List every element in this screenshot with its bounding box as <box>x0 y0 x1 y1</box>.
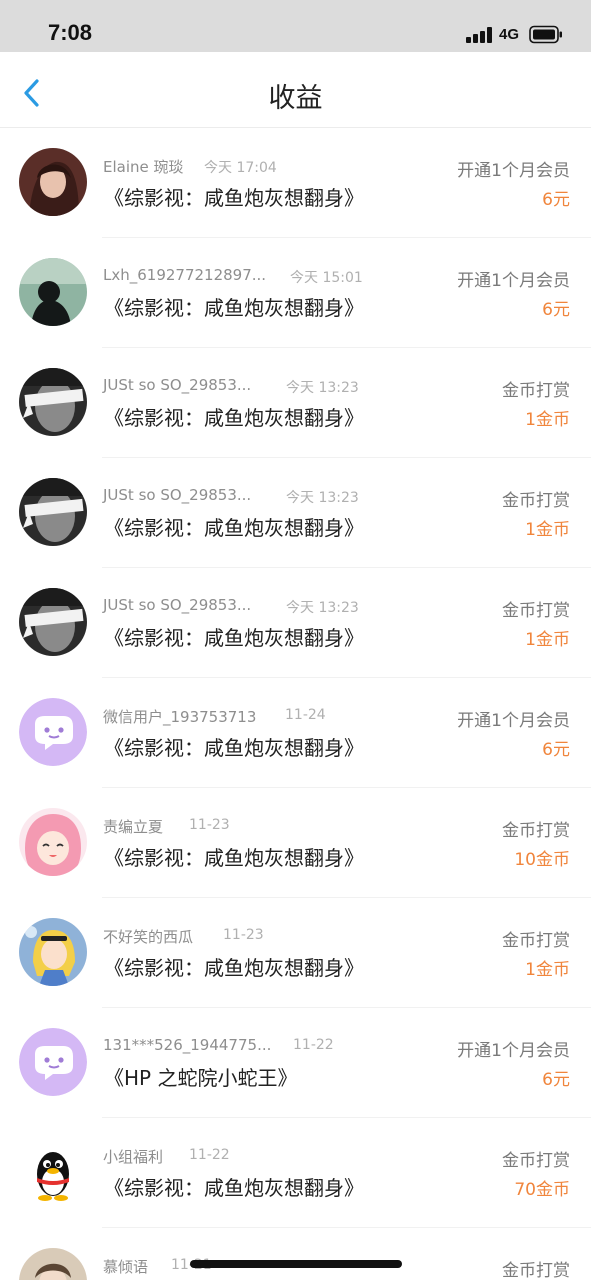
user-name: JUSt so SO_29853... <box>103 596 252 614</box>
earning-type: 开通1个月会员 <box>457 161 570 181</box>
record-time: 11-22 <box>293 1037 334 1053</box>
list-item[interactable]: 不好笑的西瓜 11-23 《综影视：咸鱼炮灰想翻身》 金币打赏 1金币 <box>0 898 591 1008</box>
book-title: 《综影视：咸鱼炮灰想翻身》 <box>104 516 364 540</box>
signal-icon <box>466 27 492 43</box>
user-name: 131***526_1944775... <box>103 1036 272 1054</box>
earnings-list: Elaine 琬琰 今天 17:04 《综影视：咸鱼炮灰想翻身》 开通1个月会员 6元 L… <box>0 128 591 1280</box>
list-item[interactable]: 小组福利 11-22 《综影视：咸鱼炮灰想翻身》 金币打赏 70金币 <box>0 1118 591 1228</box>
record-time: 今天 13:23 <box>286 600 359 616</box>
page-title: 收益 <box>268 83 323 114</box>
user-name: 慕倾语 <box>103 1258 149 1276</box>
nav-bar: 收益 <box>0 52 591 128</box>
earning-type: 开通1个月会员 <box>457 1041 570 1061</box>
earning-amount: 1金币 <box>525 630 570 650</box>
list-item[interactable]: 责编立夏 11-23 《综影视：咸鱼炮灰想翻身》 金币打赏 10金币 <box>0 788 591 898</box>
list-item[interactable]: Elaine 琬琰 今天 17:04 《综影视：咸鱼炮灰想翻身》 开通1个月会员 6元 <box>0 128 591 238</box>
list-item[interactable]: 慕倾语11-21金币打赏 <box>0 1228 591 1280</box>
avatar[interactable] <box>19 258 87 326</box>
book-title: 《综影视：咸鱼炮灰想翻身》 <box>104 626 364 650</box>
record-time: 今天 13:23 <box>286 490 359 506</box>
status-time: 7:08 <box>48 20 93 45</box>
avatar[interactable] <box>19 698 87 766</box>
record-time: 11-22 <box>189 1147 230 1163</box>
earning-amount: 6元 <box>542 190 570 210</box>
avatar[interactable] <box>19 1028 87 1096</box>
avatar[interactable] <box>19 478 87 546</box>
user-name: 不好笑的西瓜 <box>103 928 194 946</box>
earning-type: 金币打赏 <box>502 1261 570 1280</box>
earning-amount: 6元 <box>542 740 570 760</box>
earning-amount: 70金币 <box>514 1180 570 1200</box>
earning-type: 金币打赏 <box>502 1151 570 1171</box>
home-indicator <box>190 1260 402 1268</box>
earning-amount: 10金币 <box>514 850 570 870</box>
avatar[interactable] <box>19 1138 87 1206</box>
list-item[interactable]: JUSt so SO_29853... 今天 13:23 《综影视：咸鱼炮灰想翻身》… <box>0 458 591 568</box>
book-title: 《综影视：咸鱼炮灰想翻身》 <box>104 1176 364 1200</box>
book-title: 《综影视：咸鱼炮灰想翻身》 <box>104 956 364 980</box>
earning-type: 开通1个月会员 <box>457 711 570 731</box>
list-item[interactable]: 131***526_1944775... 11-22 《HP 之蛇院小蛇王》 开通1个… <box>0 1008 591 1118</box>
record-time: 11-23 <box>189 817 230 833</box>
list-item[interactable]: JUSt so SO_29853... 今天 13:23 《综影视：咸鱼炮灰想翻身》… <box>0 348 591 458</box>
status-bar: 7:08 4G <box>0 0 591 52</box>
network-label: 4G <box>499 26 520 43</box>
earning-type: 金币打赏 <box>502 381 570 401</box>
record-time: 今天 17:04 <box>204 160 277 176</box>
book-title: 《综影视：咸鱼炮灰想翻身》 <box>104 736 364 760</box>
user-name: 责编立夏 <box>103 818 164 836</box>
book-title: 《综影视：咸鱼炮灰想翻身》 <box>104 406 364 430</box>
earning-amount: 1金币 <box>525 960 570 980</box>
record-time: 11-23 <box>223 927 264 943</box>
book-title: 《综影视：咸鱼炮灰想翻身》 <box>104 846 364 870</box>
avatar[interactable] <box>19 808 87 876</box>
user-name: Lxh_619277212897... <box>103 266 267 284</box>
list-item[interactable]: JUSt so SO_29853... 今天 13:23 《综影视：咸鱼炮灰想翻身》… <box>0 568 591 678</box>
user-name: 微信用户_193753713 <box>103 708 257 726</box>
user-name: 小组福利 <box>103 1148 164 1166</box>
list-item[interactable]: 微信用户_193753713 11-24 《综影视：咸鱼炮灰想翻身》 开通1个月会员 6… <box>0 678 591 788</box>
avatar[interactable] <box>19 368 87 436</box>
earning-amount: 6元 <box>542 1070 570 1090</box>
user-name: Elaine 琬琰 <box>103 158 184 176</box>
earning-amount: 6元 <box>542 300 570 320</box>
book-title: 《综影视：咸鱼炮灰想翻身》 <box>104 186 364 210</box>
record-time: 今天 15:01 <box>290 270 363 286</box>
earning-type: 金币打赏 <box>502 931 570 951</box>
book-title: 《HP 之蛇院小蛇王》 <box>104 1066 298 1090</box>
user-name: JUSt so SO_29853... <box>103 486 252 504</box>
record-time: 11-24 <box>285 707 326 723</box>
record-time: 今天 13:23 <box>286 380 359 396</box>
earning-amount: 1金币 <box>525 410 570 430</box>
earning-type: 金币打赏 <box>502 821 570 841</box>
user-name: JUSt so SO_29853... <box>103 376 252 394</box>
earning-amount: 1金币 <box>525 520 570 540</box>
earning-type: 金币打赏 <box>502 491 570 511</box>
avatar[interactable] <box>19 588 87 656</box>
battery-icon <box>529 25 562 44</box>
avatar[interactable] <box>19 148 87 216</box>
avatar[interactable] <box>19 1248 87 1280</box>
book-title: 《综影视：咸鱼炮灰想翻身》 <box>104 296 364 320</box>
list-item[interactable]: Lxh_619277212897... 今天 15:01 《综影视：咸鱼炮灰想翻身》… <box>0 238 591 348</box>
earning-type: 金币打赏 <box>502 601 570 621</box>
avatar[interactable] <box>19 918 87 986</box>
earning-type: 开通1个月会员 <box>457 271 570 291</box>
